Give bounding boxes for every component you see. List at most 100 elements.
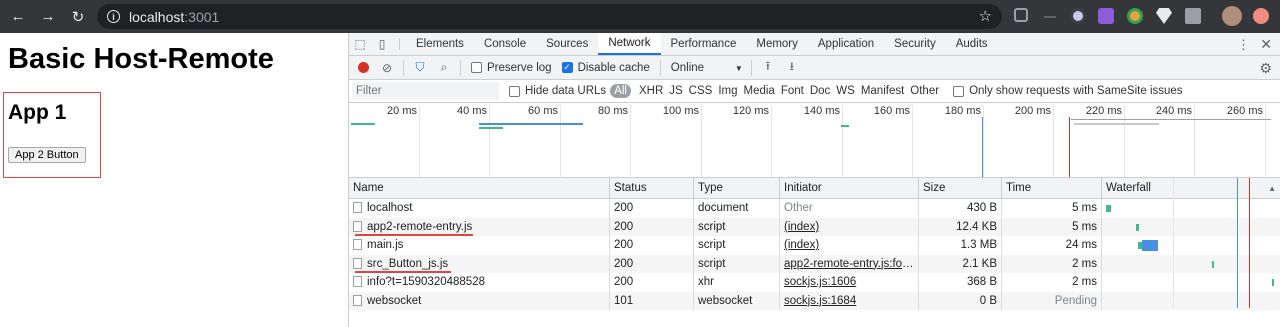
overview-gridline: [560, 105, 561, 177]
row-type: xhr: [694, 273, 780, 292]
row-initiator-link[interactable]: app2-remote-entry.js:for...: [780, 254, 919, 273]
table-row[interactable]: app2-remote-entry.js 200 script (index) …: [349, 217, 1280, 237]
type-filter-css[interactable]: CSS: [689, 84, 713, 98]
tab-console[interactable]: Console: [474, 33, 536, 55]
overview-tick-label: 40 ms: [457, 105, 487, 117]
column-initiator[interactable]: Initiator: [780, 178, 919, 198]
row-initiator-link[interactable]: (index): [780, 236, 919, 255]
overview-bar: [1071, 119, 1271, 120]
overview-gridline: [701, 105, 702, 177]
type-filter-ws[interactable]: WS: [836, 84, 855, 98]
tab-network[interactable]: Network: [598, 33, 661, 55]
disable-cache-checkbox[interactable]: ✓ Disable cache: [561, 62, 650, 74]
samesite-checkbox[interactable]: Only show requests with SameSite issues: [953, 85, 1183, 97]
column-size[interactable]: Size: [919, 178, 1002, 198]
row-initiator-link[interactable]: sockjs.js:1684: [780, 291, 919, 310]
column-waterfall[interactable]: Waterfall ▲: [1102, 178, 1280, 198]
pocket-icon[interactable]: [1014, 8, 1028, 22]
overview-gridline: [630, 105, 631, 177]
column-type[interactable]: Type: [694, 178, 780, 198]
bookmark-star-icon[interactable]: ☆: [979, 7, 992, 25]
address-url[interactable]: localhost:3001: [129, 9, 219, 25]
table-row[interactable]: websocket 101 websocket sockjs.js:1684 0…: [349, 291, 1280, 311]
tab-sources[interactable]: Sources: [536, 33, 598, 55]
row-name-cell: websocket: [349, 291, 610, 310]
extension-icon[interactable]: [1253, 8, 1269, 24]
row-initiator-link[interactable]: (index): [780, 217, 919, 236]
extension-icon[interactable]: [1127, 8, 1143, 24]
type-filter-media[interactable]: Media: [744, 84, 775, 98]
forward-icon[interactable]: →: [34, 3, 62, 31]
inspect-element-icon[interactable]: ⬚: [349, 33, 371, 55]
overview-tick-label: 200 ms: [1014, 105, 1051, 117]
table-row[interactable]: localhost 200 document Other 430 B 5 ms: [349, 199, 1280, 218]
table-row[interactable]: src_Button_js.js 200 script app2-remote-…: [349, 254, 1280, 273]
row-name: src_Button_js.js: [367, 257, 449, 270]
type-filter-manifest[interactable]: Manifest: [861, 84, 904, 98]
extension-icon[interactable]: [1098, 8, 1114, 24]
close-icon[interactable]: ✕: [1260, 36, 1272, 53]
filter-icon[interactable]: ⛉: [408, 56, 432, 80]
page-title: Basic Host-Remote: [8, 43, 274, 75]
back-icon[interactable]: ←: [4, 3, 32, 31]
row-waterfall: [1102, 218, 1280, 237]
address-bar[interactable]: i localhost:3001 ☆: [97, 4, 1002, 29]
app-2-button[interactable]: App 2 Button: [8, 147, 86, 163]
info-icon[interactable]: i: [107, 10, 120, 23]
network-overview[interactable]: 20 ms 40 ms 60 ms 80 ms 100 ms 120 ms 14…: [349, 103, 1280, 178]
preserve-log-checkbox[interactable]: Preserve log: [471, 62, 552, 74]
tab-security[interactable]: Security: [884, 33, 946, 55]
tab-elements[interactable]: Elements: [406, 33, 474, 55]
column-name[interactable]: Name: [349, 178, 610, 198]
record-button[interactable]: [351, 56, 375, 80]
tab-performance[interactable]: Performance: [661, 33, 747, 55]
tab-memory[interactable]: Memory: [746, 33, 808, 55]
overview-gridline: [489, 105, 490, 177]
throttling-select[interactable]: Online ▼: [671, 62, 743, 74]
row-time: 5 ms: [1002, 199, 1102, 218]
gear-icon[interactable]: ⚙: [1259, 60, 1272, 77]
extension-icon[interactable]: [1070, 8, 1086, 24]
type-filter-doc[interactable]: Doc: [810, 84, 830, 98]
avatar[interactable]: [1222, 6, 1242, 26]
type-filter-font[interactable]: Font: [781, 84, 804, 98]
overview-bar: [351, 123, 375, 125]
column-time[interactable]: Time: [1002, 178, 1102, 198]
overview-tick-label: 20 ms: [387, 105, 417, 117]
type-filter-js[interactable]: JS: [669, 84, 682, 98]
clear-icon[interactable]: ⊘: [375, 56, 399, 80]
row-waterfall: [1102, 292, 1280, 311]
table-row[interactable]: info?t=1590320488528 200 xhr sockjs.js:1…: [349, 273, 1280, 292]
load-event-line: [1069, 117, 1070, 177]
throttling-value: Online: [670, 61, 705, 74]
browser-toolbar: ← → ↻ i localhost:3001 ☆: [0, 0, 1280, 33]
download-icon[interactable]: [1185, 8, 1201, 24]
extension-icon[interactable]: [1044, 16, 1056, 18]
row-waterfall: [1102, 236, 1280, 255]
type-filter-img[interactable]: Img: [718, 84, 737, 98]
row-status: 200: [610, 254, 694, 273]
import-har-icon[interactable]: ⭱: [756, 56, 780, 80]
tab-application[interactable]: Application: [808, 33, 884, 55]
table-row[interactable]: main.js 200 script (index) 1.3 MB 24 ms: [349, 236, 1280, 255]
hide-data-urls-checkbox[interactable]: Hide data URLs: [509, 85, 606, 97]
device-toolbar-icon[interactable]: ▯: [371, 33, 393, 55]
type-filter-other[interactable]: Other: [910, 84, 939, 98]
overview-gridline: [983, 105, 984, 177]
sort-asc-icon: ▲: [1268, 184, 1276, 193]
table-body: localhost 200 document Other 430 B 5 ms …: [349, 199, 1280, 310]
row-initiator-link[interactable]: sockjs.js:1606: [780, 273, 919, 292]
row-name: localhost: [367, 202, 413, 214]
overview-tick-label: 180 ms: [944, 105, 981, 117]
reload-icon[interactable]: ↻: [64, 3, 92, 31]
type-filter-all[interactable]: All: [610, 84, 631, 98]
document-icon: [353, 220, 362, 232]
column-status[interactable]: Status: [610, 178, 694, 198]
search-icon[interactable]: ⌕: [432, 56, 456, 80]
filter-input[interactable]: [352, 82, 499, 100]
type-filter-xhr[interactable]: XHR: [639, 84, 663, 98]
tab-audits[interactable]: Audits: [946, 33, 998, 55]
extension-icon[interactable]: [1156, 8, 1172, 24]
export-har-icon[interactable]: ⭳: [780, 56, 804, 80]
more-options-icon[interactable]: ⋮: [1237, 37, 1250, 53]
